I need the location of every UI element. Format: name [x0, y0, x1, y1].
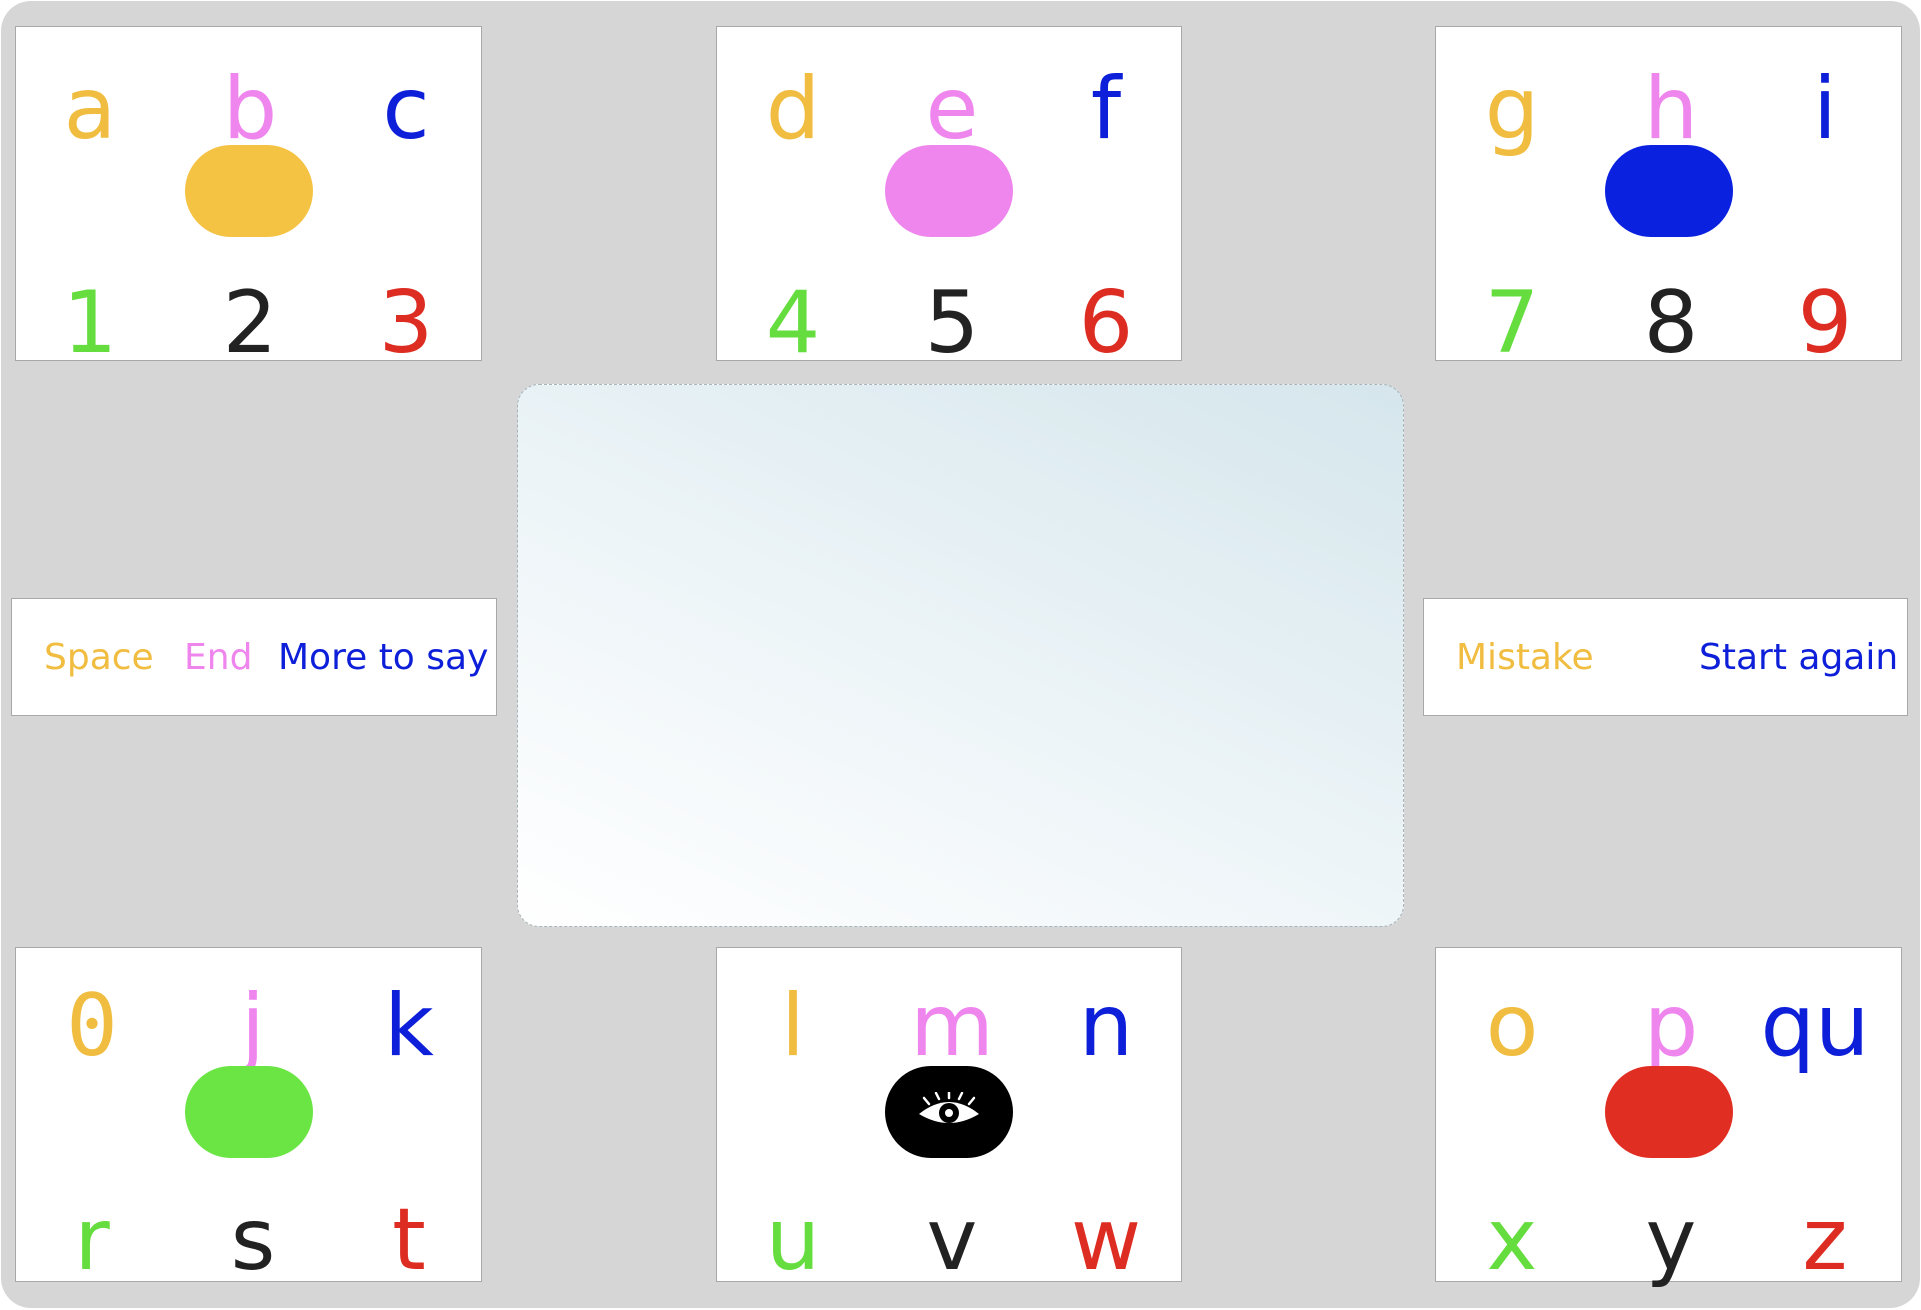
key-w: w — [1070, 1190, 1142, 1290]
key-h: h — [1643, 59, 1699, 159]
red-pill-selector[interactable] — [1604, 1066, 1733, 1158]
key-qu: qu — [1760, 976, 1870, 1076]
pink-pill-selector[interactable] — [885, 145, 1013, 237]
key-6: 6 — [1078, 273, 1134, 373]
orange-pill-selector[interactable] — [184, 145, 313, 237]
key-4: 4 — [765, 273, 821, 373]
left-controls-panel: Space End More to say — [11, 598, 497, 716]
key-s: s — [230, 1190, 276, 1290]
eye-icon — [919, 1092, 979, 1123]
start-again-button[interactable]: Start again — [1699, 599, 1898, 717]
key-g: g — [1484, 59, 1540, 159]
key-5: 5 — [924, 273, 980, 373]
key-group-def[interactable]: d e f 4 5 6 — [716, 26, 1182, 373]
key-v: v — [926, 1190, 978, 1290]
key-group-opqu[interactable]: o p qu x y z — [1435, 947, 1902, 1290]
key-i: i — [1813, 59, 1837, 159]
key-o: o — [1485, 976, 1539, 1076]
key-9: 9 — [1797, 273, 1853, 373]
key-t: t — [392, 1190, 426, 1290]
key-group-abc[interactable]: a b c 1 2 3 — [15, 26, 482, 373]
key-e: e — [925, 59, 979, 159]
key-7: 7 — [1484, 273, 1540, 373]
end-button[interactable]: End — [184, 599, 252, 717]
key-k: k — [384, 976, 434, 1076]
key-n: n — [1078, 976, 1134, 1076]
mistake-button[interactable]: Mistake — [1456, 599, 1594, 717]
key-u: u — [765, 1190, 821, 1290]
key-d: d — [765, 59, 821, 159]
black-pill-selector[interactable] — [885, 1066, 1013, 1158]
key-group-lmn[interactable]: l m n u v w — [716, 947, 1182, 1290]
key-j: j — [241, 976, 265, 1076]
green-pill-selector[interactable] — [184, 1066, 313, 1158]
key-3: 3 — [378, 273, 434, 373]
blue-pill-selector[interactable] — [1604, 145, 1733, 237]
key-y: y — [1645, 1190, 1697, 1290]
key-2: 2 — [222, 273, 278, 373]
key-f: f — [1090, 59, 1122, 159]
key-b: b — [222, 59, 278, 159]
key-8: 8 — [1643, 273, 1699, 373]
more-to-say-button[interactable]: More to say — [278, 599, 488, 717]
space-button[interactable]: Space — [44, 599, 154, 717]
key-x: x — [1486, 1190, 1538, 1290]
key-a: a — [63, 59, 117, 159]
message-display — [517, 384, 1404, 927]
key-p: p — [1643, 976, 1699, 1076]
key-c: c — [382, 59, 430, 159]
key-group-ghi[interactable]: g h i 7 8 9 — [1435, 26, 1902, 373]
key-1: 1 — [62, 273, 118, 373]
eye-gaze-keyboard: a b c 1 2 3 d e f 4 5 6 g h i 7 8 9 Spac… — [1, 1, 1920, 1308]
key-0: 0 — [66, 976, 118, 1076]
key-r: r — [74, 1190, 110, 1290]
key-group-0jk[interactable]: 0 j k r s t — [15, 947, 482, 1290]
key-z: z — [1802, 1190, 1848, 1290]
key-m: m — [910, 976, 994, 1076]
right-controls-panel: Mistake Start again — [1423, 598, 1908, 716]
key-l: l — [781, 976, 805, 1076]
